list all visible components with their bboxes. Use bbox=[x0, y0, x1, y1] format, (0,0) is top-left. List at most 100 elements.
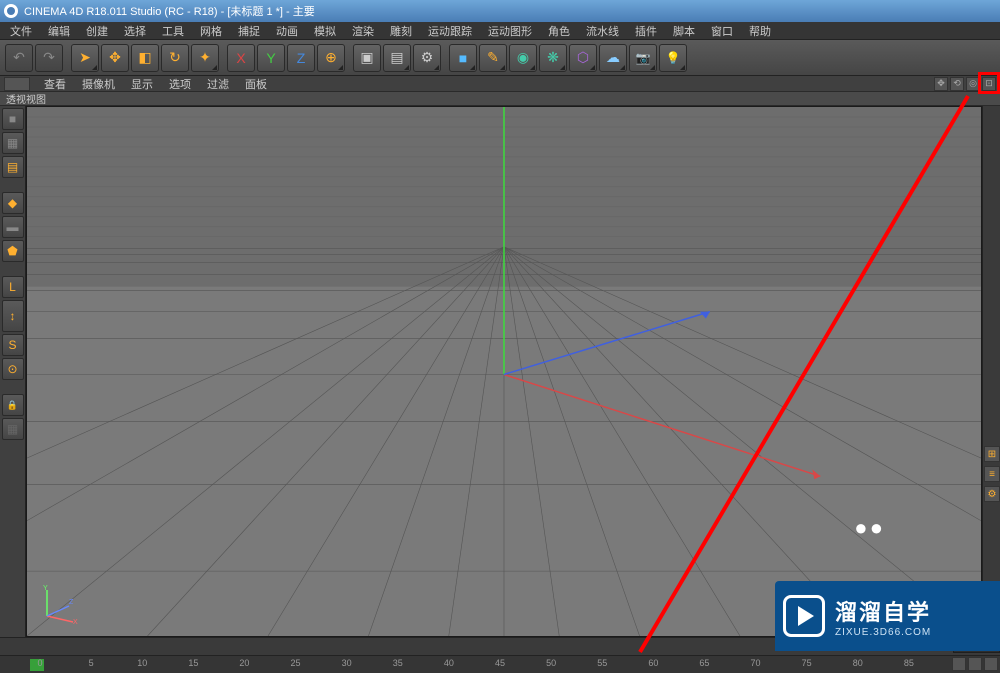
axis-gizmo: Y X Z bbox=[39, 584, 79, 624]
watermark: 溜溜自学 ZIXUE.3D66.COM bbox=[775, 581, 1000, 651]
add-deformer-button[interactable]: ⬡ bbox=[569, 44, 597, 72]
render-settings-button[interactable]: ⚙ bbox=[413, 44, 441, 72]
snap-toggle[interactable]: S bbox=[2, 334, 24, 356]
tick-85: 85 bbox=[904, 658, 914, 668]
tick-80: 80 bbox=[853, 658, 863, 668]
viewport-menu-3[interactable]: 选项 bbox=[161, 76, 199, 92]
menu-13[interactable]: 角色 bbox=[540, 23, 578, 39]
menu-11[interactable]: 运动跟踪 bbox=[420, 23, 480, 39]
viewport-nav-3[interactable]: ⊡ bbox=[982, 77, 996, 91]
viewport-menu-4[interactable]: 过滤 bbox=[199, 76, 237, 92]
tick-10: 10 bbox=[137, 658, 147, 668]
viewport-tab-label: 透视视图 bbox=[6, 91, 46, 106]
timeline[interactable]: 051015202530354045505560657075808590 bbox=[0, 655, 1000, 673]
tick-75: 75 bbox=[802, 658, 812, 668]
tick-15: 15 bbox=[188, 658, 198, 668]
viewport-3d[interactable]: Y X Z ● ● bbox=[26, 106, 982, 637]
scale-tool[interactable]: ◧ bbox=[131, 44, 159, 72]
tick-25: 25 bbox=[291, 658, 301, 668]
tick-65: 65 bbox=[699, 658, 709, 668]
menu-14[interactable]: 流水线 bbox=[578, 23, 627, 39]
viewport-menu-5[interactable]: 面板 bbox=[237, 76, 275, 92]
menu-12[interactable]: 运动图形 bbox=[480, 23, 540, 39]
tick-45: 45 bbox=[495, 658, 505, 668]
decorative-dots: ● ● bbox=[854, 515, 881, 541]
viewport-menu-2[interactable]: 显示 bbox=[123, 76, 161, 92]
model-mode[interactable]: ■ bbox=[2, 108, 24, 130]
tick-35: 35 bbox=[393, 658, 403, 668]
menu-17[interactable]: 窗口 bbox=[703, 23, 741, 39]
main-area: ■ ▦ ▤ ◆ ▬ ⬟ L ↕ S ⊙ 🔒 ▦ bbox=[0, 106, 1000, 637]
add-light-button[interactable]: 💡 bbox=[659, 44, 687, 72]
timeline-btn-1[interactable] bbox=[952, 657, 966, 671]
workplane-lock[interactable]: 🔒 bbox=[2, 394, 24, 416]
add-generator-button[interactable]: ◉ bbox=[509, 44, 537, 72]
coord-system[interactable]: ⊕ bbox=[317, 44, 345, 72]
tick-60: 60 bbox=[648, 658, 658, 668]
menu-4[interactable]: 工具 bbox=[154, 23, 192, 39]
add-mograph-button[interactable]: ❋ bbox=[539, 44, 567, 72]
timeline-btn-2[interactable] bbox=[968, 657, 982, 671]
watermark-subtitle: ZIXUE.3D66.COM bbox=[835, 627, 931, 638]
viewport-menu-1[interactable]: 摄像机 bbox=[74, 76, 123, 92]
menu-8[interactable]: 模拟 bbox=[306, 23, 344, 39]
menu-6[interactable]: 捕捉 bbox=[230, 23, 268, 39]
watermark-title: 溜溜自学 bbox=[835, 595, 931, 627]
menu-2[interactable]: 创建 bbox=[78, 23, 116, 39]
uv-mode[interactable]: ▤ bbox=[2, 156, 24, 178]
polygon-mode[interactable]: ⬟ bbox=[2, 240, 24, 262]
add-cube-button[interactable]: ■ bbox=[449, 44, 477, 72]
viewport-nav-2[interactable]: ◎ bbox=[966, 77, 980, 91]
app-icon bbox=[4, 4, 18, 18]
menu-10[interactable]: 雕刻 bbox=[382, 23, 420, 39]
edge-mode[interactable]: ▬ bbox=[2, 216, 24, 238]
redo-button[interactable]: ↷ bbox=[35, 44, 63, 72]
recent-tool[interactable]: ✦ bbox=[191, 44, 219, 72]
viewport-menu-0[interactable]: 查看 bbox=[36, 76, 74, 92]
menu-18[interactable]: 帮助 bbox=[741, 23, 779, 39]
undo-button[interactable]: ↶ bbox=[5, 44, 33, 72]
add-camera-button[interactable]: 📷 bbox=[629, 44, 657, 72]
y-axis-lock[interactable]: Y bbox=[257, 44, 285, 72]
menu-1[interactable]: 编辑 bbox=[40, 23, 78, 39]
menu-15[interactable]: 插件 bbox=[627, 23, 665, 39]
timeline-btn-3[interactable] bbox=[984, 657, 998, 671]
right-icon-2[interactable]: ≡ bbox=[984, 466, 1000, 482]
axis-lock[interactable]: L bbox=[2, 276, 24, 298]
move-tool[interactable]: ✥ bbox=[101, 44, 129, 72]
play-icon bbox=[783, 595, 825, 637]
add-environment-button[interactable]: ☁ bbox=[599, 44, 627, 72]
menu-7[interactable]: 动画 bbox=[268, 23, 306, 39]
z-axis-lock[interactable]: Z bbox=[287, 44, 315, 72]
workplane[interactable]: ▦ bbox=[2, 418, 24, 440]
right-icon-1[interactable]: ⊞ bbox=[984, 446, 1000, 462]
tick-30: 30 bbox=[342, 658, 352, 668]
menu-5[interactable]: 网格 bbox=[192, 23, 230, 39]
menu-0[interactable]: 文件 bbox=[2, 23, 40, 39]
menu-9[interactable]: 渲染 bbox=[344, 23, 382, 39]
tick-0: 0 bbox=[37, 658, 42, 668]
viewport-nav-0[interactable]: ✥ bbox=[934, 77, 948, 91]
x-axis-lock[interactable]: X bbox=[227, 44, 255, 72]
tick-50: 50 bbox=[546, 658, 556, 668]
viewport-icon[interactable] bbox=[4, 77, 30, 91]
menu-16[interactable]: 脚本 bbox=[665, 23, 703, 39]
live-select-tool[interactable]: ➤ bbox=[71, 44, 99, 72]
menu-3[interactable]: 选择 bbox=[116, 23, 154, 39]
main-toolbar: ↶ ↷ ➤ ✥ ◧ ↻ ✦ X Y Z ⊕ ▣ ▤ ⚙ ■ ✎ ◉ ❋ ⬡ ☁ … bbox=[0, 40, 1000, 76]
point-mode[interactable]: ◆ bbox=[2, 192, 24, 214]
tick-20: 20 bbox=[239, 658, 249, 668]
svg-text:Z: Z bbox=[69, 599, 74, 606]
add-spline-button[interactable]: ✎ bbox=[479, 44, 507, 72]
viewport-tab: 透视视图 bbox=[0, 92, 1000, 106]
right-icon-3[interactable]: ⚙ bbox=[984, 486, 1000, 502]
axis-tool[interactable]: ↕ bbox=[2, 300, 24, 332]
render-view-button[interactable]: ▣ bbox=[353, 44, 381, 72]
rotate-tool[interactable]: ↻ bbox=[161, 44, 189, 72]
render-pv-button[interactable]: ▤ bbox=[383, 44, 411, 72]
viewport-nav-1[interactable]: ⟲ bbox=[950, 77, 964, 91]
svg-text:Y: Y bbox=[43, 585, 48, 592]
magnet-toggle[interactable]: ⊙ bbox=[2, 358, 24, 380]
title-bar: CINEMA 4D R18.011 Studio (RC - R18) - [未… bbox=[0, 0, 1000, 22]
texture-mode[interactable]: ▦ bbox=[2, 132, 24, 154]
